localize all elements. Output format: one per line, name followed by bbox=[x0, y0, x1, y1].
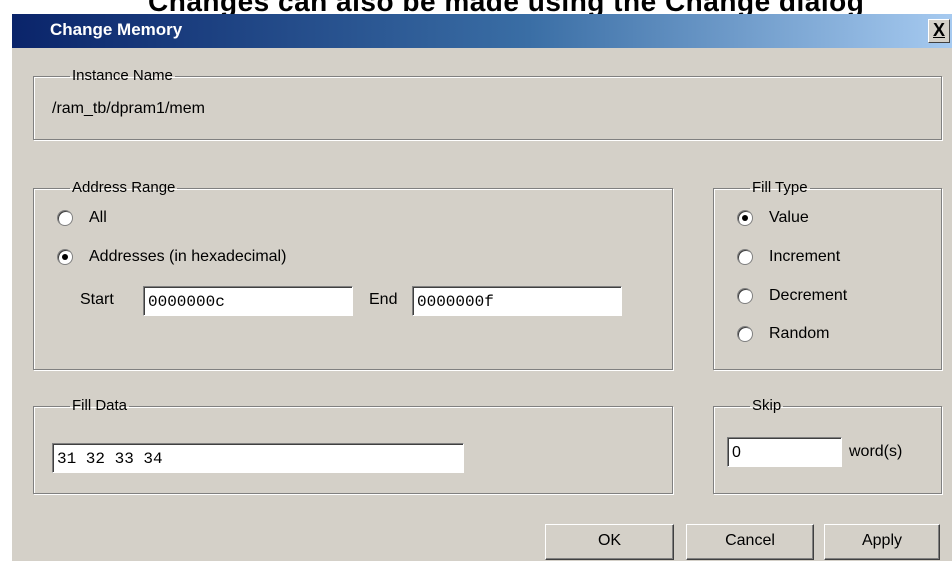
change-memory-dialog: Change Memory X Instance Name /ram_tb/dp… bbox=[12, 14, 952, 561]
fill-data-field[interactable]: 31 32 33 34 bbox=[52, 443, 464, 473]
radio-increment[interactable]: Increment bbox=[737, 246, 840, 268]
fill-data-legend: Fill Data bbox=[72, 397, 128, 414]
radio-addresses[interactable]: Addresses (in hexadecimal) bbox=[57, 246, 286, 268]
title-bar[interactable]: Change Memory X bbox=[12, 14, 952, 48]
instance-name-value: /ram_tb/dpram1/mem bbox=[52, 100, 205, 117]
radio-random-label: Random bbox=[769, 325, 830, 342]
radio-value-indicator[interactable] bbox=[737, 210, 753, 226]
ok-button[interactable]: OK bbox=[545, 524, 674, 560]
skip-unit-label: word(s) bbox=[849, 443, 903, 460]
start-address-field[interactable]: 0000000c bbox=[143, 286, 353, 316]
apply-button[interactable]: Apply bbox=[824, 524, 940, 560]
start-label: Start bbox=[80, 291, 114, 308]
radio-value-label: Value bbox=[769, 209, 809, 226]
skip-legend: Skip bbox=[752, 397, 782, 414]
radio-random-indicator[interactable] bbox=[737, 326, 753, 342]
radio-increment-indicator[interactable] bbox=[737, 249, 753, 265]
instance-name-legend: Instance Name bbox=[72, 67, 173, 84]
address-range-legend: Address Range bbox=[72, 179, 176, 196]
address-range-group: Address Range bbox=[33, 180, 673, 370]
background-heading: Changes can also be made using the Chang… bbox=[148, 0, 864, 14]
skip-field[interactable]: 0 bbox=[727, 437, 842, 467]
radio-increment-label: Increment bbox=[769, 248, 841, 265]
radio-addresses-indicator[interactable] bbox=[57, 249, 73, 265]
radio-decrement-indicator[interactable] bbox=[737, 288, 753, 304]
radio-decrement[interactable]: Decrement bbox=[737, 285, 847, 307]
background-document-text: Changes can also be made using the Chang… bbox=[0, 0, 952, 14]
radio-decrement-label: Decrement bbox=[769, 287, 848, 304]
cancel-button[interactable]: Cancel bbox=[686, 524, 814, 560]
window-title: Change Memory bbox=[50, 20, 183, 39]
radio-addresses-label: Addresses (in hexadecimal) bbox=[89, 248, 287, 265]
end-address-field[interactable]: 0000000f bbox=[412, 286, 622, 316]
radio-all-indicator[interactable] bbox=[57, 210, 73, 226]
radio-all-label: All bbox=[89, 209, 107, 226]
radio-random[interactable]: Random bbox=[737, 323, 829, 345]
radio-all[interactable]: All bbox=[57, 207, 107, 229]
fill-type-legend: Fill Type bbox=[752, 179, 808, 196]
end-label: End bbox=[369, 291, 398, 308]
radio-value[interactable]: Value bbox=[737, 207, 809, 229]
close-button[interactable]: X bbox=[928, 19, 950, 43]
